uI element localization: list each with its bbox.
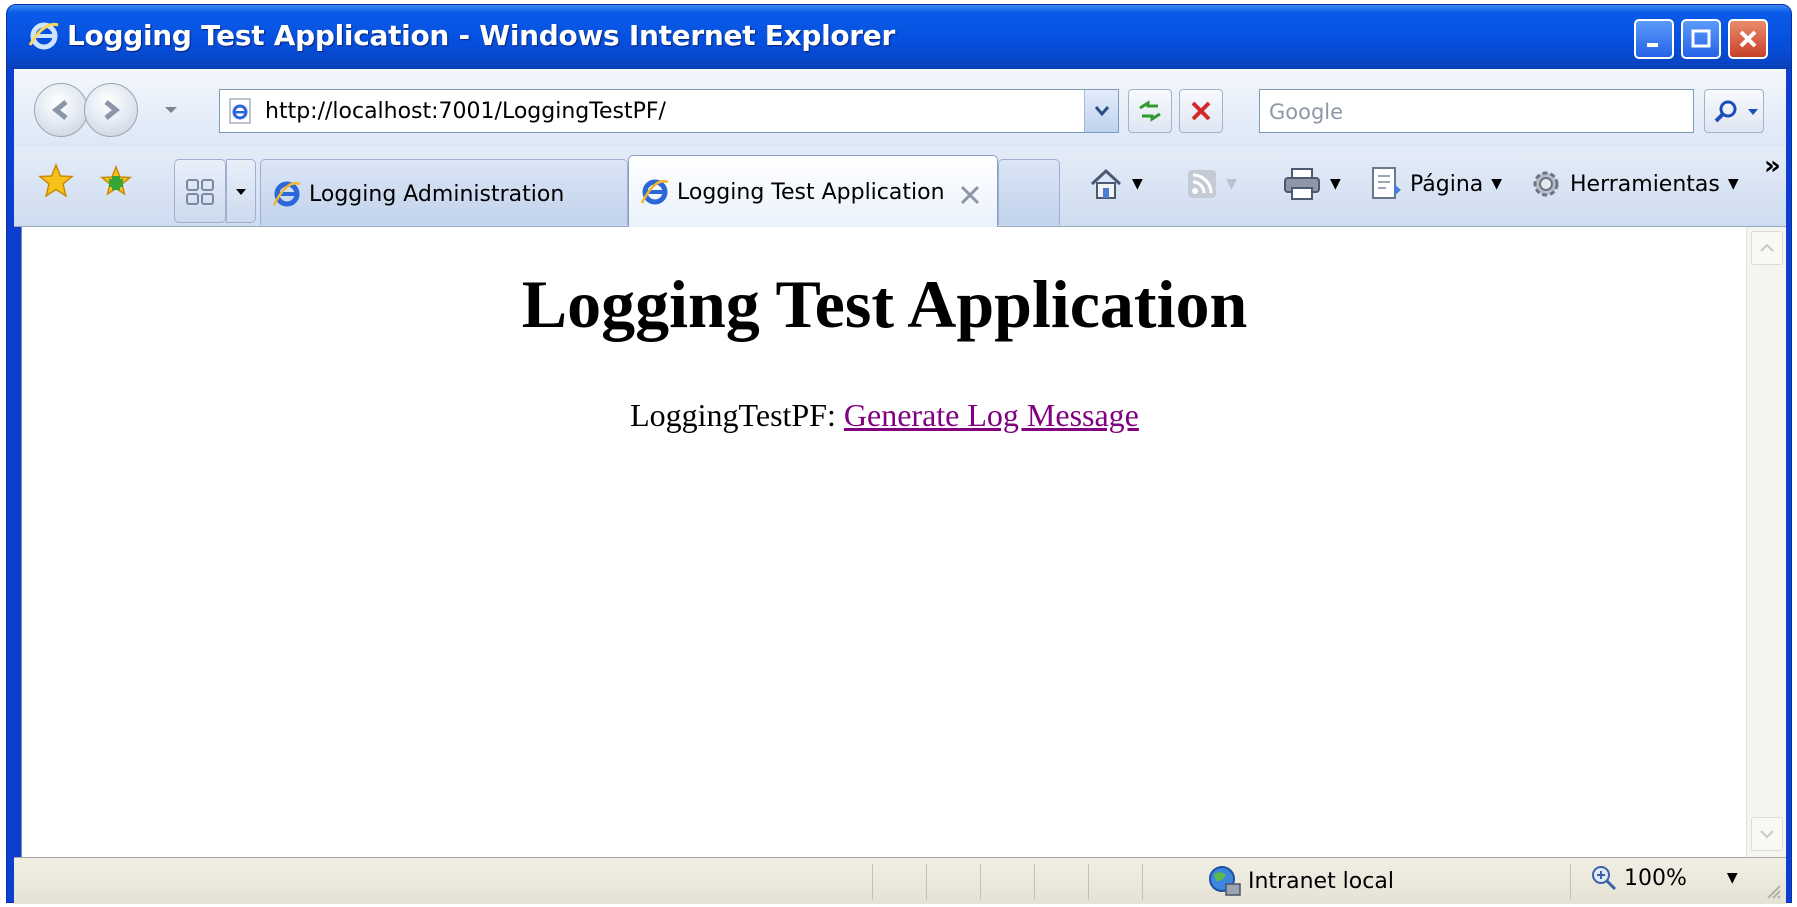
chevron-down-icon: [1760, 830, 1774, 839]
forward-arrow-icon: [104, 100, 121, 120]
status-divider: [1034, 864, 1035, 900]
status-bar: Intranet local 100% ▼: [14, 857, 1786, 904]
zone-label: Intranet local: [1248, 868, 1394, 894]
page-heading: Logging Test Application: [521, 266, 1248, 342]
new-tab-button[interactable]: [998, 159, 1060, 225]
status-divider: [926, 864, 927, 900]
search-placeholder: Google: [1269, 100, 1344, 124]
rss-feed-icon: [1188, 170, 1216, 198]
window-title: Logging Test Application - Windows Inter…: [67, 19, 896, 52]
ie-page-icon: [640, 179, 669, 205]
status-divider: [1570, 864, 1571, 900]
status-divider: [980, 864, 981, 900]
forward-button[interactable]: [84, 83, 138, 137]
print-dropdown-caret[interactable]: ▼: [1330, 176, 1341, 192]
generate-log-message-link[interactable]: Generate Log Message: [844, 397, 1139, 433]
tab-label: Logging Administration: [309, 182, 565, 207]
status-divider: [872, 864, 873, 900]
maximize-icon: [1691, 29, 1711, 48]
feeds-dropdown-caret[interactable]: ▼: [1226, 176, 1237, 192]
tools-dropdown-caret[interactable]: ▼: [1728, 176, 1739, 192]
close-icon: [1739, 30, 1757, 48]
status-divider: [1088, 864, 1089, 900]
stop-button[interactable]: [1179, 89, 1223, 133]
minimize-button[interactable]: [1634, 19, 1674, 59]
address-url[interactable]: http://localhost:7001/LoggingTestPF/: [265, 99, 666, 124]
tools-menu-label: Herramientas: [1570, 171, 1720, 197]
search-box[interactable]: Google: [1259, 89, 1694, 133]
gear-icon: [1533, 171, 1559, 197]
intranet-globe-icon: [1209, 866, 1241, 896]
minimize-icon: [1647, 43, 1658, 47]
maximize-button[interactable]: [1681, 19, 1721, 59]
security-zone[interactable]: Intranet local: [1206, 864, 1394, 898]
vertical-scrollbar[interactable]: [1746, 227, 1786, 857]
page-dropdown-caret[interactable]: ▼: [1491, 176, 1502, 192]
tab-label: Logging Test Application: [677, 180, 945, 205]
resize-grip-icon[interactable]: [1762, 880, 1782, 900]
ie-page-icon: [272, 181, 301, 207]
favorites-star-icon[interactable]: [38, 163, 74, 199]
refresh-icon: [1139, 100, 1161, 122]
navigation-bar: http://localhost:7001/LoggingTestPF/ Goo…: [14, 69, 1786, 147]
page-line-prefix: LoggingTestPF:: [630, 397, 844, 433]
chevron-down-icon: [236, 189, 246, 195]
page-content: Logging Test Application LoggingTestPF: …: [21, 227, 1786, 857]
ie-logo-icon: [28, 22, 59, 50]
tools-menu-button[interactable]: Herramientas ▼: [1528, 157, 1739, 211]
title-bar[interactable]: Logging Test Application - Windows Inter…: [7, 5, 1791, 69]
tab-logging-administration[interactable]: Logging Administration: [260, 159, 628, 225]
page-icon: [1372, 167, 1401, 199]
print-button[interactable]: ▼: [1282, 157, 1341, 211]
back-arrow-icon: [51, 100, 68, 120]
stop-x-icon: [1191, 101, 1211, 121]
printer-icon: [1284, 168, 1320, 200]
zoom-level: 100%: [1624, 865, 1687, 891]
chevron-down-icon: [1094, 106, 1109, 117]
quick-tabs-button[interactable]: [174, 159, 226, 223]
more-commands-chevron[interactable]: »: [1764, 151, 1781, 181]
home-dropdown-caret[interactable]: ▼: [1132, 176, 1143, 192]
quick-tabs-grid-icon: [186, 179, 214, 205]
recent-pages-dropdown-icon[interactable]: [164, 105, 178, 115]
zoom-dropdown-caret[interactable]: ▼: [1727, 870, 1738, 886]
page-text-line: LoggingTestPF: Generate Log Message: [22, 397, 1747, 434]
zoom-control[interactable]: 100% ▼: [1590, 864, 1738, 892]
add-favorites-icon[interactable]: [98, 163, 134, 199]
chevron-up-icon: [1760, 243, 1774, 252]
tab-list-dropdown-button[interactable]: [226, 159, 256, 223]
status-divider: [1142, 864, 1143, 900]
search-options-dropdown-icon[interactable]: [1747, 108, 1759, 116]
search-button[interactable]: [1704, 89, 1764, 133]
page-menu-button[interactable]: Página ▼: [1370, 157, 1502, 211]
search-icon: [1714, 100, 1737, 123]
browser-window: Logging Test Application - Windows Inter…: [6, 4, 1792, 904]
zoom-magnifier-icon: [1592, 866, 1617, 891]
tab-bar: Logging Administration Logging Test Appl…: [14, 147, 1786, 227]
scroll-down-button[interactable]: [1751, 817, 1783, 851]
home-icon: [1090, 168, 1122, 199]
home-button[interactable]: ▼: [1088, 157, 1143, 211]
address-bar[interactable]: http://localhost:7001/LoggingTestPF/: [219, 89, 1119, 133]
close-tab-icon[interactable]: [959, 184, 981, 206]
address-dropdown-button[interactable]: [1084, 90, 1118, 132]
feeds-button[interactable]: ▼: [1186, 157, 1237, 211]
back-button[interactable]: [34, 83, 88, 137]
page-ie-icon: [229, 98, 251, 124]
refresh-button[interactable]: [1128, 89, 1172, 133]
page-menu-label: Página: [1410, 171, 1484, 197]
close-button[interactable]: [1728, 19, 1768, 59]
tab-logging-test-application[interactable]: Logging Test Application: [628, 155, 998, 227]
scroll-up-button[interactable]: [1751, 231, 1783, 265]
